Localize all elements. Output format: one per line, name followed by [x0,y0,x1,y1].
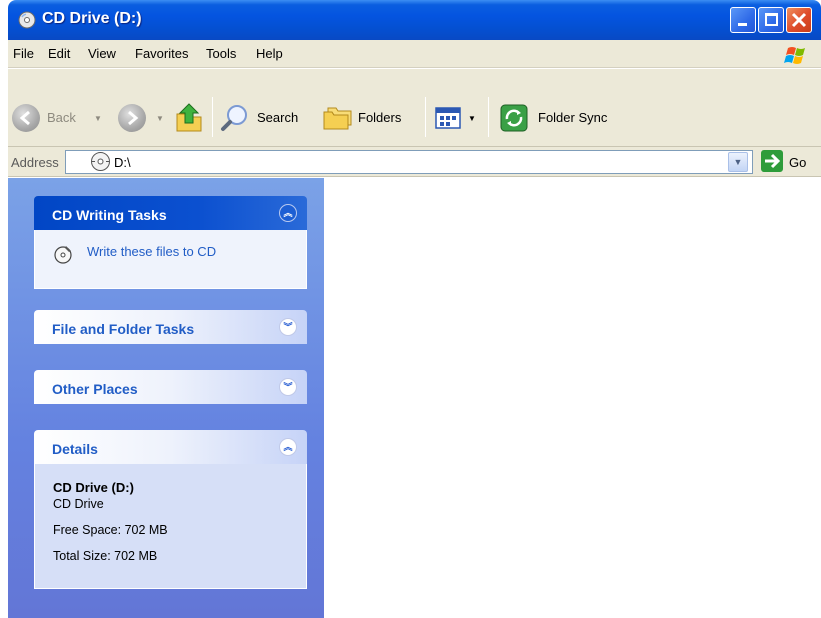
folder-sync-label: Folder Sync [538,110,608,125]
other-places-header[interactable]: Other Places ︾ [34,370,307,404]
address-dropdown-button[interactable]: ▼ [728,152,748,172]
other-places-title: Other Places [52,381,138,397]
menu-bar: File Edit View Favorites Tools Help [8,40,821,68]
address-label: Address [11,155,59,170]
cd-drive-icon [91,152,110,171]
details-title: Details [52,441,98,457]
window-title: CD Drive (D:) [42,10,142,27]
folders-label: Folders [358,110,402,125]
views-icon [435,107,461,129]
cd-burn-icon [54,246,72,264]
write-files-to-cd-link[interactable]: Write these files to CD [53,242,288,266]
details-type: CD Drive [53,497,104,511]
task-pane: CD Writing Tasks ︽ Write these files to … [8,178,324,618]
search-icon [221,105,247,131]
details-total-size: Total Size: 702 MB [53,549,158,563]
back-arrow-icon [12,104,40,132]
collapse-chevron-icon[interactable]: ︽ [279,438,297,456]
file-list-area[interactable] [324,178,821,618]
other-places-group: Other Places ︾ [34,370,307,404]
expand-chevron-icon[interactable]: ︾ [279,378,297,396]
back-label: Back [47,110,76,125]
menu-edit[interactable]: Edit [48,46,70,61]
back-dropdown-icon[interactable]: ▼ [94,114,102,123]
toolbar-separator [488,97,489,137]
file-folder-tasks-header[interactable]: File and Folder Tasks ︾ [34,310,307,344]
cd-drive-icon [18,11,36,29]
menu-view[interactable]: View [88,46,116,61]
forward-dropdown-icon[interactable]: ▼ [156,114,164,123]
menu-tools[interactable]: Tools [206,46,236,61]
folder-sync-icon [500,104,528,132]
collapse-chevron-icon[interactable]: ︽ [279,204,297,222]
menu-file[interactable]: File [13,46,34,61]
title-bar[interactable]: CD Drive (D:) [8,0,821,40]
menu-help[interactable]: Help [256,46,283,61]
forward-arrow-icon [118,104,146,132]
details-name: CD Drive (D:) [53,480,134,495]
toolbar-separator [425,97,426,137]
minimize-icon [738,23,747,26]
details-group: Details ︽ CD Drive (D:) CD Drive Free Sp… [34,430,307,589]
details-free-space: Free Space: 702 MB [53,523,168,537]
search-label: Search [257,110,299,125]
maximize-icon [765,13,778,26]
go-label[interactable]: Go [789,155,806,170]
details-body: CD Drive (D:) CD Drive Free Space: 702 M… [34,464,307,589]
write-files-label: Write these files to CD [87,244,217,259]
details-header[interactable]: Details ︽ [34,430,307,464]
file-folder-tasks-group: File and Folder Tasks ︾ [34,310,307,344]
menu-favorites[interactable]: Favorites [135,46,188,61]
views-dropdown-icon: ▼ [468,114,476,123]
cd-writing-tasks-header[interactable]: CD Writing Tasks ︽ [34,196,307,230]
windows-logo-icon [784,47,805,64]
close-button[interactable] [786,7,812,33]
folders-icon [323,107,352,130]
up-folder-icon[interactable] [174,100,206,134]
go-arrow-icon [765,153,781,169]
close-icon [791,12,807,28]
chevron-down-icon: ▼ [733,157,743,167]
minimize-button[interactable] [730,7,756,33]
cd-writing-tasks-body: Write these files to CD [34,230,307,289]
address-input[interactable] [65,150,753,174]
go-button[interactable] [761,150,783,172]
toolbar-separator [212,97,213,137]
explorer-window: CD Drive (D:) File Edit View Favorites T… [8,0,821,618]
cd-writing-tasks-title: CD Writing Tasks [52,207,167,223]
file-folder-tasks-title: File and Folder Tasks [52,321,195,337]
cd-writing-tasks-group: CD Writing Tasks ︽ Write these files to … [34,196,307,289]
maximize-button[interactable] [758,7,784,33]
address-value[interactable]: D:\ [114,155,131,170]
expand-chevron-icon[interactable]: ︾ [279,318,297,336]
